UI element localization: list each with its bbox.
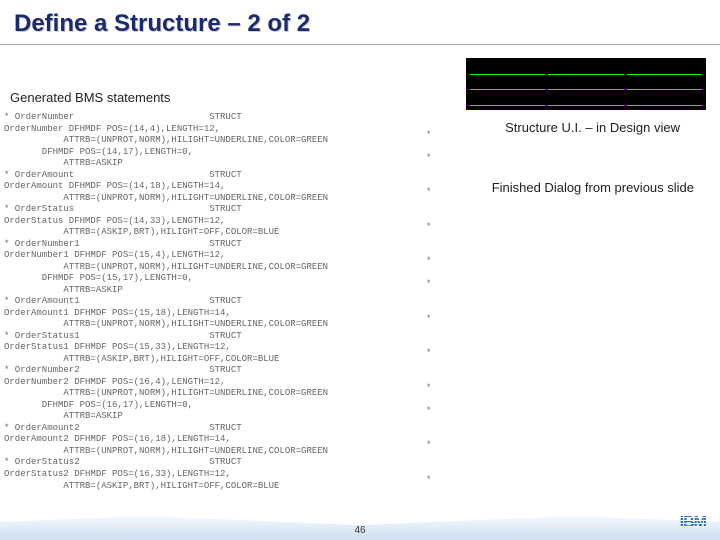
grid-cell xyxy=(470,78,545,91)
finished-dialog-caption: Finished Dialog from previous slide xyxy=(492,180,694,195)
grid-cell xyxy=(548,78,623,91)
continuation-markers: * * * * * * * * * * * * xyxy=(426,118,431,487)
bms-code-listing: * OrderNumber STRUCT OrderNumber DFHMDF … xyxy=(4,112,424,492)
grid-cell xyxy=(548,62,623,75)
grid-cell xyxy=(470,93,545,106)
generated-bms-label: Generated BMS statements xyxy=(10,90,170,105)
grid-cell xyxy=(548,93,623,106)
grid-cell xyxy=(627,93,702,106)
grid-cell xyxy=(627,62,702,75)
design-view-caption: Structure U.I. – in Design view xyxy=(505,120,680,135)
ibm-logo: IBM xyxy=(678,514,706,532)
grid-cell xyxy=(627,78,702,91)
slide-title: Define a Structure – 2 of 2 xyxy=(0,0,720,45)
design-view-preview xyxy=(466,58,706,110)
grid-cell xyxy=(470,62,545,75)
page-number: 46 xyxy=(354,525,365,536)
ibm-logo-text: IBM xyxy=(680,514,706,532)
